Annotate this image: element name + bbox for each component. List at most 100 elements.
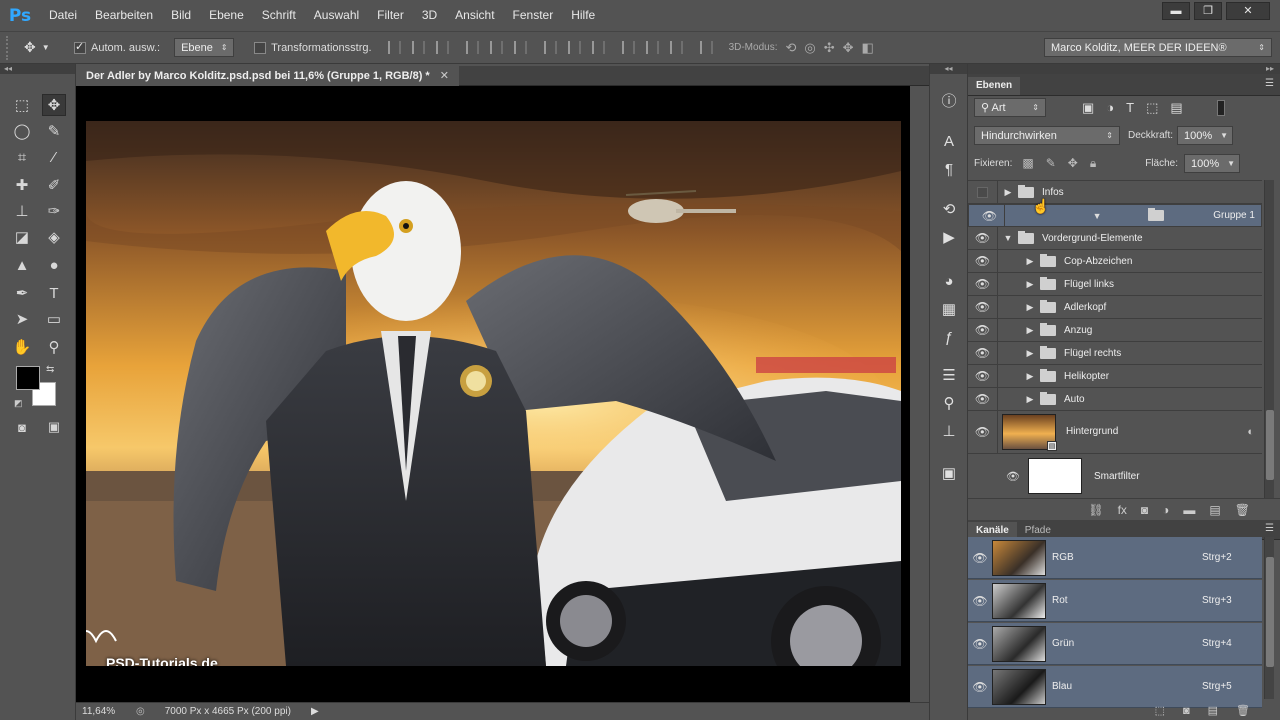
- visibility-eye-icon[interactable]: 👁︎: [968, 409, 998, 454]
- grip-handle[interactable]: [6, 35, 16, 60]
- opacity-input[interactable]: 100% ▼: [1177, 126, 1234, 145]
- adjustment-layer-icon[interactable]: ◑: [1162, 503, 1169, 517]
- channels-scroll-thumb[interactable]: [1266, 557, 1274, 667]
- status-icon[interactable]: ◎: [136, 706, 145, 717]
- history-panel-icon[interactable]: ⟲: [938, 200, 960, 220]
- expanded-arrow-icon[interactable]: ▼: [1002, 233, 1014, 243]
- layers-scroll-thumb[interactable]: [1266, 410, 1274, 480]
- filter-type-icon[interactable]: T: [1126, 100, 1134, 116]
- transform-controls-checkbox[interactable]: Transformationsstrg.: [254, 41, 372, 54]
- character-panel-icon[interactable]: A: [938, 132, 960, 152]
- layer-filter-dropdown[interactable]: ⚲ Art ⇕: [974, 98, 1046, 117]
- lock-transparent-icon[interactable]: ▩: [1022, 156, 1033, 171]
- collapsed-arrow-icon[interactable]: ▶: [1024, 371, 1036, 382]
- filter-adjustment-icon[interactable]: ◑: [1106, 100, 1114, 116]
- smart-filter-badge-icon[interactable]: ◐: [1247, 426, 1254, 438]
- visibility-off-box[interactable]: [968, 180, 998, 204]
- new-layer-icon[interactable]: ▤: [1209, 503, 1220, 517]
- drag-3d-icon[interactable]: ✣: [824, 40, 835, 56]
- visibility-eye-icon[interactable]: 👁︎: [968, 637, 992, 651]
- channel-row[interactable]: 👁︎ Grün Strg+4: [968, 623, 1262, 665]
- 3d-panel-icon[interactable]: ▣: [938, 464, 960, 484]
- new-group-icon[interactable]: ▬: [1183, 503, 1195, 517]
- menu-item-ebene[interactable]: Ebene: [200, 0, 253, 31]
- lasso-tool-icon[interactable]: ◯: [10, 120, 34, 142]
- menu-item-datei[interactable]: Datei: [40, 0, 86, 31]
- visibility-eye-icon[interactable]: 👁︎: [968, 226, 998, 250]
- collapse-panels-icon[interactable]: ▸▸: [968, 64, 1280, 74]
- menu-item-schrift[interactable]: Schrift: [253, 0, 305, 31]
- collapsed-arrow-icon[interactable]: ▶: [1024, 325, 1036, 336]
- history-brush-tool-icon[interactable]: ✑: [42, 200, 66, 222]
- auto-select-checkbox[interactable]: Autom. ausw.:: [74, 40, 160, 54]
- info-panel-icon[interactable]: ⓘ: [938, 92, 960, 112]
- path-selection-tool-icon[interactable]: ➤: [10, 308, 34, 330]
- layer-row[interactable]: 👁︎ ▶ Helikopter: [968, 364, 1262, 388]
- pen-tool-icon[interactable]: ✒: [10, 282, 34, 304]
- tab-layers[interactable]: Ebenen: [968, 77, 1021, 95]
- distribute-bottom-icon[interactable]: [591, 41, 605, 54]
- clone-source-panel-icon[interactable]: ⊥: [938, 422, 960, 442]
- filter-smartobject-icon[interactable]: ▤: [1170, 100, 1182, 116]
- layer-style-icon[interactable]: fx: [1118, 503, 1127, 517]
- fill-input[interactable]: 100% ▼: [1184, 154, 1240, 173]
- move-tool-icon[interactable]: ✥: [42, 94, 66, 116]
- channel-row[interactable]: 👁︎ RGB Strg+2: [968, 537, 1262, 579]
- foreground-color-swatch[interactable]: [16, 366, 40, 390]
- visibility-eye-icon[interactable]: 👁︎: [975, 204, 1005, 227]
- styles-panel-icon[interactable]: ƒ: [938, 328, 960, 348]
- distribute-vcenter-icon[interactable]: [567, 41, 581, 54]
- canvas-area[interactable]: PSD-Tutorials.de: [76, 86, 910, 702]
- menu-item-bild[interactable]: Bild: [162, 0, 200, 31]
- layer-row[interactable]: 👁︎ ▼ Gruppe 1: [968, 204, 1262, 227]
- delete-channel-icon[interactable]: 🗑︎: [1236, 704, 1250, 717]
- close-window-button[interactable]: ✕: [1226, 2, 1270, 20]
- layer-row[interactable]: 👁︎ ▶ Adlerkopf: [968, 295, 1262, 319]
- visibility-eye-icon[interactable]: 👁︎: [998, 470, 1028, 483]
- collapse-strip-icon[interactable]: ◂◂: [930, 64, 967, 74]
- healing-brush-tool-icon[interactable]: ✚: [10, 174, 34, 196]
- visibility-eye-icon[interactable]: 👁︎: [968, 318, 998, 342]
- default-colors-icon[interactable]: ◩: [14, 398, 23, 409]
- move-tool-preset-icon[interactable]: ✥ ▼: [24, 39, 64, 56]
- filter-pixel-icon[interactable]: ▣: [1082, 100, 1094, 116]
- link-layers-icon[interactable]: ⛓: [1088, 503, 1103, 517]
- collapsed-arrow-icon[interactable]: ▶: [1024, 348, 1036, 359]
- lock-all-icon[interactable]: 🔒︎: [1090, 156, 1096, 171]
- scale-3d-icon[interactable]: ◧: [862, 40, 874, 56]
- menu-item-bearbeiten[interactable]: Bearbeiten: [86, 0, 162, 31]
- collapsed-arrow-icon[interactable]: ▶: [1024, 302, 1036, 313]
- crop-tool-icon[interactable]: ⌗: [10, 146, 34, 168]
- collapsed-arrow-icon[interactable]: ▶: [1024, 394, 1036, 405]
- minimize-button[interactable]: ▬: [1162, 2, 1190, 20]
- swatches-panel-icon[interactable]: ◕: [938, 272, 960, 292]
- layers-scrollbar[interactable]: [1264, 180, 1274, 498]
- visibility-eye-icon[interactable]: 👁︎: [968, 594, 992, 608]
- visibility-eye-icon[interactable]: 👁︎: [968, 551, 992, 565]
- lock-position-icon[interactable]: ✥: [1068, 156, 1078, 171]
- layer-row-background[interactable]: 👁︎ ▤ Hintergrund ◐: [968, 409, 1262, 454]
- layer-row-smartfilter[interactable]: 👁︎ Smartfilter: [968, 454, 1262, 498]
- blend-mode-dropdown[interactable]: Hindurchwirken ⇕: [974, 126, 1120, 145]
- roll-3d-icon[interactable]: ◎: [804, 40, 815, 56]
- collapse-toolbar-icon[interactable]: ◂◂: [0, 64, 75, 74]
- auto-align-icon[interactable]: [699, 41, 713, 54]
- slide-3d-icon[interactable]: ✥: [843, 40, 854, 56]
- delete-layer-icon[interactable]: 🗑︎: [1235, 503, 1250, 517]
- quick-selection-tool-icon[interactable]: ✎: [42, 120, 66, 142]
- align-vcenter-icon[interactable]: [411, 41, 425, 54]
- distribute-left-icon[interactable]: [621, 41, 635, 54]
- paint-bucket-tool-icon[interactable]: ◈: [42, 226, 66, 248]
- menu-item-3d[interactable]: 3D: [413, 0, 446, 31]
- zoom-tool-icon[interactable]: ⚲: [42, 336, 66, 358]
- visibility-eye-icon[interactable]: 👁︎: [968, 680, 992, 694]
- filter-shape-icon[interactable]: ⬚: [1146, 100, 1158, 116]
- visibility-eye-icon[interactable]: 👁︎: [968, 295, 998, 319]
- visibility-eye-icon[interactable]: 👁︎: [968, 272, 998, 296]
- panel-menu-icon[interactable]: ☰: [1265, 78, 1274, 89]
- align-left-icon[interactable]: [465, 41, 479, 54]
- swap-colors-icon[interactable]: ⇆: [46, 364, 54, 375]
- new-channel-icon[interactable]: ▤: [1208, 704, 1218, 717]
- layer-row[interactable]: ▶ Infos: [968, 180, 1262, 204]
- document-tab[interactable]: Der Adler by Marco Kolditz.psd.psd bei 1…: [76, 66, 459, 86]
